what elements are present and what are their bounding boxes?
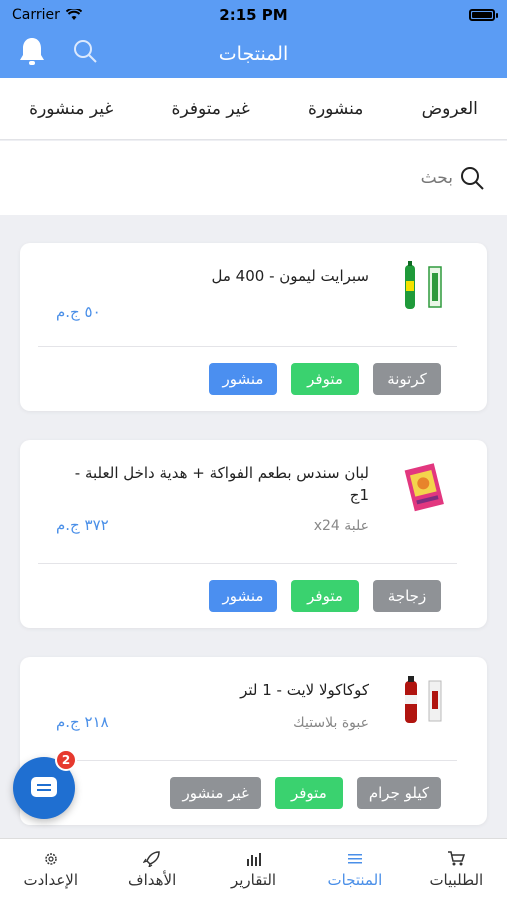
chat-icon — [31, 777, 57, 797]
bottom-nav: الطلبيات المنتجات التقارير الأهداف الإعد… — [0, 838, 507, 900]
card-divider — [38, 346, 457, 347]
product-image — [404, 463, 444, 512]
publish-badge[interactable]: منشور — [209, 363, 277, 395]
product-name: كوكاكولا لايت - 1 لتر — [240, 681, 369, 699]
product-badges: زجاجة متوفر منشور — [209, 580, 441, 612]
product-card[interactable]: كوكاكولا لايت - 1 لتر عبوة بلاستيك ٢١٨ ج… — [20, 657, 487, 825]
chat-button[interactable]: 2 — [13, 749, 77, 819]
publish-badge[interactable]: منشور — [209, 580, 277, 612]
nav-reports[interactable]: التقارير — [209, 851, 299, 889]
nav-products-label: المنتجات — [327, 871, 383, 889]
search-icon[interactable] — [72, 38, 98, 64]
battery-icon — [469, 9, 498, 21]
card-divider — [38, 760, 457, 761]
carrier-label: Carrier — [12, 7, 60, 23]
unit-badge[interactable]: زجاجة — [373, 580, 441, 612]
nav-orders[interactable]: الطلبيات — [411, 851, 501, 889]
filter-tabs: العروض منشورة غير متوفرة غير منشورة — [0, 78, 507, 140]
product-package: علبة x24 — [313, 518, 369, 534]
unit-badge[interactable]: كرتونة — [373, 363, 441, 395]
product-package: عبوة بلاستيك — [293, 715, 369, 731]
product-name: لبان سندس بطعم الفواكة + هدية داخل العلب… — [74, 464, 369, 504]
search-bar — [0, 141, 507, 215]
tab-unavailable[interactable]: غير متوفرة — [166, 95, 256, 123]
availability-badge[interactable]: متوفر — [291, 580, 359, 612]
product-badges: كيلو جرام متوفر غير منشور — [170, 777, 441, 809]
bell-icon[interactable] — [18, 36, 46, 66]
bar-chart-icon — [246, 853, 261, 866]
search-icon — [461, 167, 484, 190]
unit-badge[interactable]: كيلو جرام — [356, 777, 441, 809]
nav-goals-label: الأهداف — [128, 871, 177, 889]
nav-settings-label: الإعدادت — [23, 871, 79, 889]
gear-icon — [45, 853, 57, 865]
list-icon — [347, 854, 362, 864]
nav-settings[interactable]: الإعدادت — [6, 851, 96, 889]
rocket-icon — [143, 851, 160, 867]
tab-published[interactable]: منشورة — [302, 95, 369, 123]
product-image — [405, 261, 442, 309]
product-price: ٢١٨ ج.م — [56, 713, 109, 731]
tab-unpublished[interactable]: غير منشورة — [23, 95, 119, 123]
chat-unread-count: 2 — [55, 749, 77, 771]
product-name: سبرايت ليمون - 400 مل — [211, 267, 369, 285]
nav-products[interactable]: المنتجات — [310, 851, 400, 889]
card-divider — [38, 563, 457, 564]
carrier-info: Carrier — [12, 7, 82, 23]
cart-icon — [448, 851, 466, 866]
search-input[interactable] — [33, 168, 453, 188]
top-navbar: المنتجات — [0, 30, 507, 78]
nav-reports-label: التقارير — [230, 871, 277, 889]
availability-badge[interactable]: متوفر — [274, 777, 343, 809]
page-title: المنتجات — [218, 43, 289, 65]
wifi-icon — [65, 9, 82, 20]
status-bar: Carrier 2:15 PM — [0, 0, 507, 30]
product-price: ٣٧٢ ج.م — [56, 516, 109, 534]
nav-orders-label: الطلبيات — [429, 871, 484, 889]
product-image — [405, 676, 442, 723]
availability-badge[interactable]: متوفر — [291, 363, 359, 395]
nav-goals[interactable]: الأهداف — [107, 851, 197, 889]
publish-badge[interactable]: غير منشور — [170, 777, 261, 809]
product-card[interactable]: سبرايت ليمون - 400 مل ٥٠ ج.م كرتونة متوف… — [20, 243, 487, 411]
product-badges: كرتونة متوفر منشور — [209, 363, 441, 395]
tab-offers[interactable]: العروض — [416, 95, 484, 123]
product-price: ٥٠ ج.م — [56, 303, 101, 321]
product-card[interactable]: لبان سندس بطعم الفواكة + هدية داخل العلب… — [20, 440, 487, 628]
